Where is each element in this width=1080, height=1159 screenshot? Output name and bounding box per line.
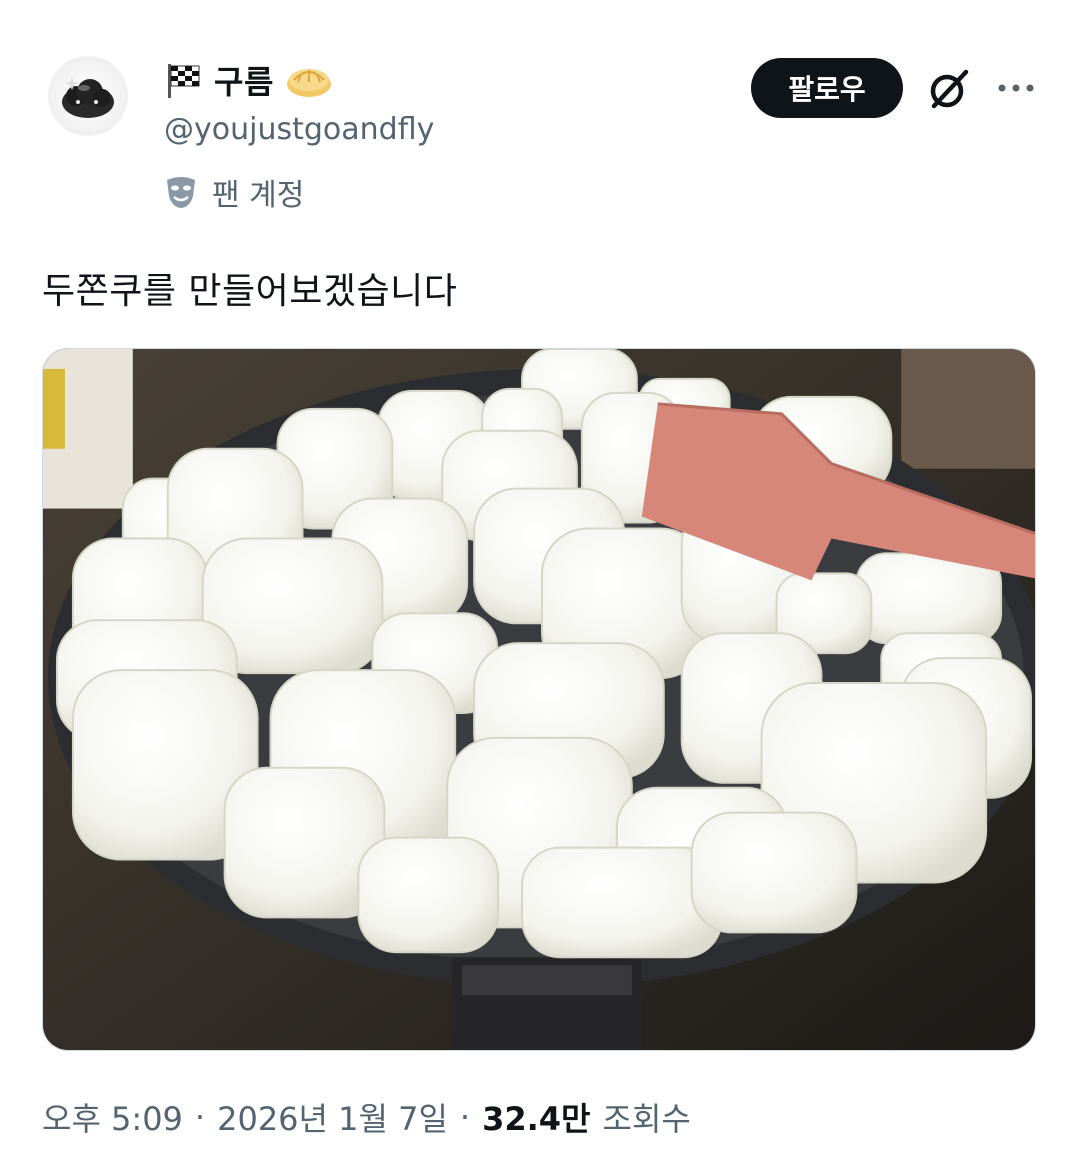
more-icon[interactable] xyxy=(996,76,1036,100)
author-name-row[interactable]: 구름 xyxy=(164,58,334,102)
post-time[interactable]: 오후 5:09 xyxy=(42,1094,183,1140)
grok-icon[interactable] xyxy=(926,66,972,112)
checkered-flag-icon xyxy=(168,64,200,98)
marshmallow-pan-photo xyxy=(43,349,1035,1050)
bread-icon xyxy=(286,69,331,97)
account-label: 팬 계정 xyxy=(212,178,305,213)
post-text: 두쫀쿠를 만들어보겠습니다 xyxy=(42,271,458,312)
post-media[interactable] xyxy=(42,348,1036,1051)
separator: · xyxy=(459,1098,471,1136)
separator: · xyxy=(194,1098,206,1136)
post-date[interactable]: 2026년 1월 7일 xyxy=(217,1094,448,1140)
follow-button[interactable]: 팔로우 xyxy=(751,58,903,118)
account-label-row: 팬 계정 xyxy=(164,170,304,214)
avatar-image xyxy=(62,77,114,118)
view-count[interactable]: 32.4만 xyxy=(482,1094,590,1140)
theater-mask-icon xyxy=(167,177,195,208)
view-label: 조회수 xyxy=(602,1100,691,1138)
author-handle[interactable]: @youjustgoandfly xyxy=(164,112,434,147)
post-meta: 오후 5:09 · 2026년 1월 7일 · 32.4만 조회수 xyxy=(42,1094,691,1140)
display-name[interactable]: 구름 xyxy=(214,57,274,103)
avatar[interactable] xyxy=(48,56,128,136)
